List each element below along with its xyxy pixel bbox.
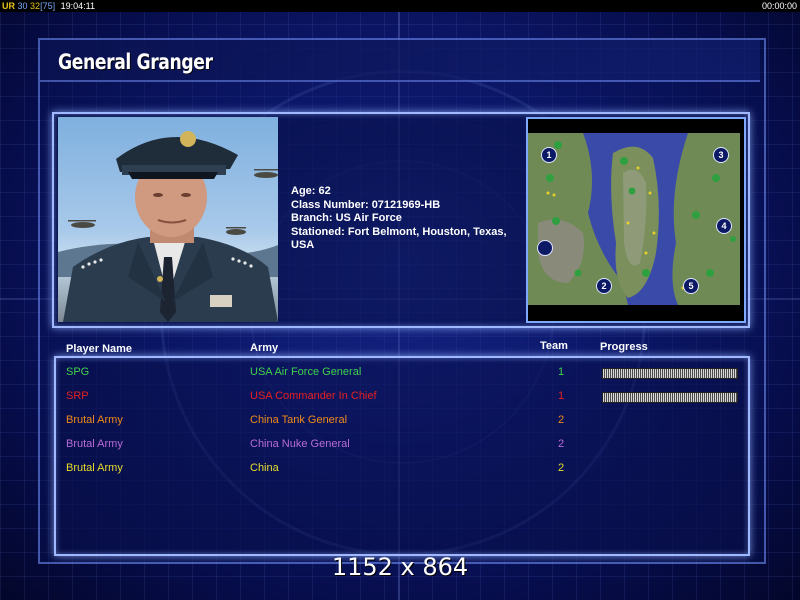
map-start-marker: 1 bbox=[541, 147, 557, 163]
player-name: Brutal Army bbox=[66, 438, 123, 450]
resolution-label: 1152 x 864 bbox=[331, 553, 469, 581]
map-start-marker: 3 bbox=[713, 147, 729, 163]
status-clock: 19:04:11 bbox=[60, 1, 95, 11]
player-army: USA Air Force General bbox=[250, 366, 362, 378]
player-team: 1 bbox=[558, 390, 565, 402]
player-name: Brutal Army bbox=[66, 414, 123, 426]
status-code: UR bbox=[2, 1, 15, 11]
general-class-number: Class Number: 07121969-HB bbox=[291, 198, 441, 211]
player-team: 2 bbox=[558, 438, 565, 450]
load-progress-bar bbox=[602, 368, 738, 379]
player-name: SRP bbox=[66, 390, 89, 402]
player-row: Brutal Army China Tank General 2 bbox=[56, 410, 746, 430]
player-team: 1 bbox=[558, 366, 565, 378]
player-team: 2 bbox=[558, 414, 565, 426]
general-details: Age: 62 Class Number: 07121969-HB Branch… bbox=[291, 185, 523, 253]
map-preview bbox=[528, 133, 740, 305]
player-name: Brutal Army bbox=[66, 462, 123, 474]
player-army: China Nuke General bbox=[250, 438, 350, 450]
map-start-marker: 4 bbox=[716, 218, 732, 234]
map-start-marker: 5 bbox=[683, 278, 699, 294]
general-name-title: General Granger bbox=[58, 50, 213, 74]
game-timer: 00:00:00 bbox=[761, 1, 797, 11]
column-header-player-name: Player Name bbox=[66, 343, 133, 355]
general-age: Age: 62 bbox=[291, 185, 331, 197]
map-start-marker: 2 bbox=[596, 278, 612, 294]
loading-screen: UR 30 32[75] 19:04:11 00:00:00 General G… bbox=[0, 0, 800, 600]
map-start-marker-empty bbox=[537, 240, 553, 256]
status-value-b: 32 bbox=[30, 1, 41, 11]
player-row: Brutal Army China Nuke General 2 bbox=[56, 434, 746, 454]
player-army: USA Commander In Chief bbox=[250, 390, 377, 402]
column-header-team: Team bbox=[540, 340, 568, 352]
player-row: SPG USA Air Force General 1 bbox=[56, 362, 746, 382]
top-status-bar: UR 30 32[75] 19:04:11 00:00:00 bbox=[0, 0, 800, 12]
player-team: 2 bbox=[558, 462, 565, 474]
load-progress-bar bbox=[602, 392, 738, 403]
player-army: China Tank General bbox=[250, 414, 348, 426]
general-stationed: Stationed: Fort Belmont, Houston, Texas,… bbox=[291, 225, 507, 252]
player-row: Brutal Army China 2 bbox=[56, 458, 746, 478]
player-army: China bbox=[250, 462, 279, 474]
player-name: SPG bbox=[66, 366, 90, 378]
general-portrait bbox=[58, 117, 278, 322]
player-row: SRP USA Commander In Chief 1 bbox=[56, 386, 746, 406]
status-value-c: [75] bbox=[40, 1, 56, 11]
general-branch: Branch: US Air Force bbox=[291, 212, 402, 224]
status-value-a: 30 bbox=[17, 1, 28, 11]
column-header-army: Army bbox=[250, 342, 279, 354]
column-header-progress: Progress bbox=[600, 341, 648, 353]
